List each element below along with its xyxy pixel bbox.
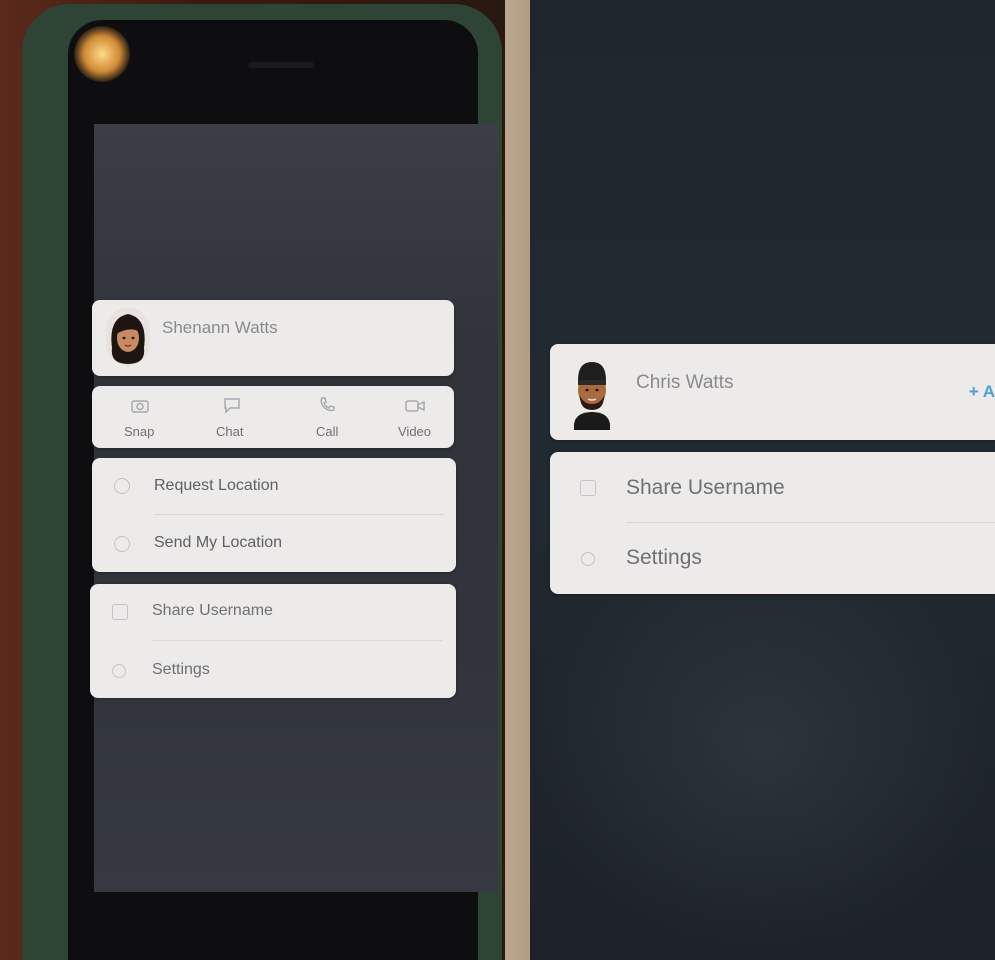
profile-card[interactable]: Shenann Watts <box>92 300 454 376</box>
divider <box>152 640 442 641</box>
action-video[interactable]: Video <box>386 394 446 442</box>
camera-icon <box>131 400 149 413</box>
avatar <box>106 308 150 366</box>
action-call[interactable]: Call <box>298 394 358 442</box>
add-friend-button[interactable]: + A <box>969 382 995 402</box>
action-label: Call <box>316 424 339 439</box>
share-username-item[interactable]: Share Username <box>90 584 456 640</box>
profile-card[interactable]: Chris Watts + A <box>550 344 995 440</box>
send-location-icon <box>114 536 130 552</box>
bitmoji-avatar-icon <box>574 362 610 430</box>
share-icon <box>112 604 128 620</box>
action-label: Video <box>398 424 432 439</box>
item-label: Share Username <box>152 602 273 619</box>
action-label: Chat <box>216 424 244 439</box>
settings-item[interactable]: Settings <box>90 642 456 698</box>
menu-card: Share Username Settings <box>90 584 456 698</box>
item-label: Settings <box>626 546 702 569</box>
request-location-item[interactable]: Request Location <box>92 458 456 514</box>
action-label: Snap <box>124 424 155 439</box>
phone-icon <box>320 397 335 412</box>
profile-name: Shenann Watts <box>162 318 278 337</box>
bitmoji-avatar-icon <box>111 314 145 364</box>
video-icon <box>405 400 425 412</box>
send-location-item[interactable]: Send My Location <box>92 516 456 572</box>
settings-item[interactable]: Settings <box>550 524 995 594</box>
screen-glow <box>530 600 995 960</box>
location-card: Request Location Send My Location <box>92 458 456 572</box>
gear-icon <box>112 664 126 678</box>
item-label: Send My Location <box>154 534 283 551</box>
action-chat[interactable]: Chat <box>202 394 262 442</box>
profile-name: Chris Watts <box>636 372 734 393</box>
avatar <box>568 356 616 430</box>
gear-icon <box>581 552 595 566</box>
chat-icon <box>224 398 240 414</box>
divider <box>626 522 995 523</box>
divider <box>154 514 444 515</box>
action-snap[interactable]: Snap <box>110 394 170 442</box>
item-label: Share Username <box>626 476 785 499</box>
actions-card: Snap Chat Call Video <box>92 386 454 448</box>
share-username-item[interactable]: Share Username <box>550 452 995 522</box>
menu-card: Share Username Settings <box>550 452 995 594</box>
share-icon <box>580 480 596 496</box>
location-icon <box>114 478 130 494</box>
item-label: Settings <box>152 661 210 678</box>
item-label: Request Location <box>154 477 279 494</box>
